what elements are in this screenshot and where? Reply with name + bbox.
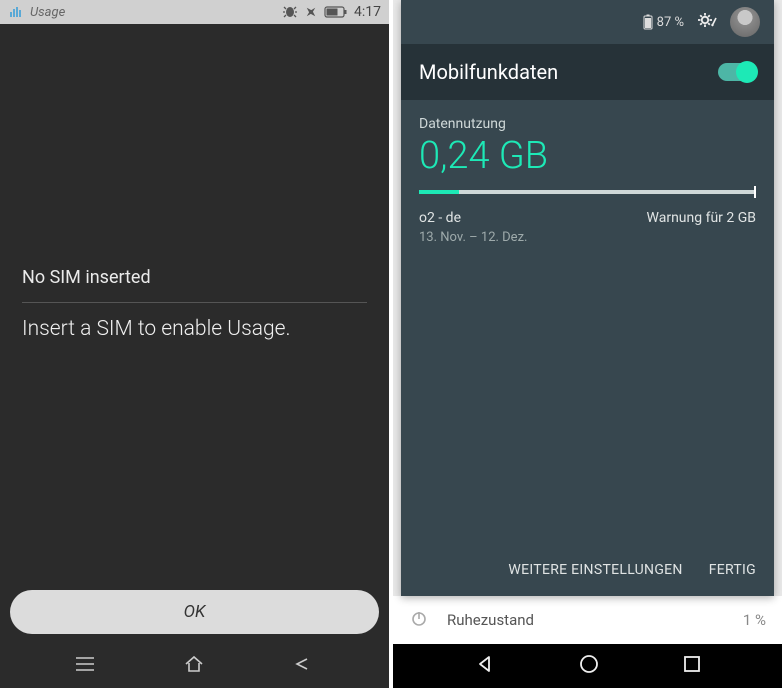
panel-title: Mobilfunkdaten: [419, 60, 558, 84]
battery-icon: [324, 6, 348, 18]
usage-app-icon: [8, 4, 24, 20]
nav-recent-button[interactable]: [74, 656, 96, 676]
panel-footer: WEITERE EINSTELLUNGEN FERTIG: [401, 544, 774, 596]
nav-recent-button[interactable]: [683, 655, 701, 677]
ok-button[interactable]: OK: [10, 590, 379, 634]
background-row-pct: 1 %: [743, 611, 766, 629]
power-icon: [409, 608, 429, 632]
usage-bar: [419, 190, 756, 194]
phone-screenshot-right: Ruhezustand 1 % 87 % Mobilfunkdaten Date…: [393, 0, 782, 688]
settings-icon[interactable]: [696, 9, 718, 35]
background-row-label: Ruhezustand: [447, 611, 534, 629]
panel-body: Datennutzung 0,24 GB o2 - de Warnung für…: [401, 100, 774, 261]
airplane-icon: [304, 5, 318, 19]
panel-title-bar: Mobilfunkdaten: [401, 44, 774, 100]
nav-home-button[interactable]: [183, 654, 205, 678]
nav-back-button[interactable]: [475, 654, 495, 678]
usage-label: Datennutzung: [419, 116, 756, 132]
ok-button-label: OK: [184, 602, 206, 622]
carrier-name: o2 - de: [419, 210, 461, 226]
app-title: Usage: [30, 5, 65, 20]
usage-details-row: o2 - de Warnung für 2 GB: [419, 210, 756, 226]
background-settings-row[interactable]: Ruhezustand 1 %: [393, 596, 782, 644]
quick-settings-panel: 87 % Mobilfunkdaten Datennutzung 0,24 GB…: [401, 0, 774, 596]
no-sim-title: No SIM inserted: [22, 267, 367, 303]
avatar[interactable]: [730, 7, 760, 37]
statusbar: Usage 4:17: [0, 0, 389, 24]
content-area: No SIM inserted Insert a SIM to enable U…: [0, 24, 389, 644]
more-settings-button[interactable]: WEITERE EINSTELLUNGEN: [508, 562, 682, 578]
panel-header: 87 %: [401, 0, 774, 44]
battery-pct: 87 %: [657, 15, 684, 30]
insert-sim-message: Insert a SIM to enable Usage.: [22, 317, 367, 341]
clock: 4:17: [354, 4, 381, 20]
bug-icon: [282, 5, 298, 19]
usage-bar-fill: [419, 190, 459, 194]
battery-indicator: 87 %: [643, 14, 684, 30]
nav-bar: [0, 644, 389, 688]
date-range: 13. Nov. – 12. Dez.: [419, 230, 756, 245]
warning-text: Warnung für 2 GB: [647, 210, 756, 226]
usage-value: 0,24 GB: [419, 134, 756, 178]
usage-bar-limit-tick: [754, 186, 756, 198]
nav-bar: [393, 644, 782, 688]
phone-screenshot-left: Usage 4:17 No SIM inserted Insert a SIM …: [0, 0, 389, 688]
nav-home-button[interactable]: [578, 653, 600, 679]
mobile-data-toggle[interactable]: [718, 63, 756, 81]
done-button[interactable]: FERTIG: [709, 562, 756, 578]
nav-back-button[interactable]: [293, 656, 315, 676]
